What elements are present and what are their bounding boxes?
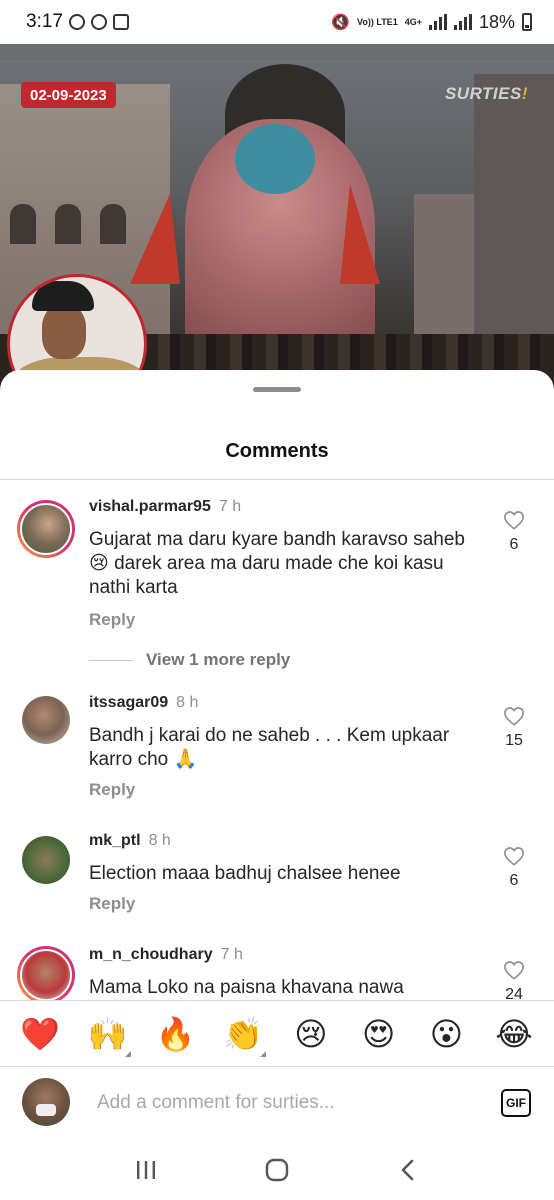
comment-input[interactable] xyxy=(97,1089,477,1117)
like-count: 24 xyxy=(505,986,523,1000)
network-type: 4G+ xyxy=(404,16,422,27)
comment-username[interactable]: mk_ptl 8 h xyxy=(89,832,171,850)
comment-text: Election maaa badhuj chalsee henee xyxy=(89,863,401,884)
brand-logo: SURTIES! xyxy=(445,84,528,104)
sheet-title: Comments xyxy=(225,440,329,462)
thread-line xyxy=(89,659,133,661)
status-time: 3:17 xyxy=(26,11,63,32)
status-left: 3:17 xyxy=(26,11,129,33)
like-button[interactable]: 6 xyxy=(500,510,528,554)
view-more-label[interactable]: View 1 more reply xyxy=(146,650,290,670)
avatar[interactable] xyxy=(22,696,70,744)
signal-icon xyxy=(428,14,447,30)
home-icon[interactable] xyxy=(257,1150,297,1190)
heart-icon xyxy=(504,707,524,726)
comment-item: m_n_choudhary 7 h Mama Loko na paisna kha… xyxy=(0,946,554,1000)
flag-right xyxy=(340,184,380,284)
drag-handle[interactable] xyxy=(253,387,301,392)
gallery-icon xyxy=(112,14,129,30)
username-text[interactable]: m_n_choudhary xyxy=(89,946,213,963)
emoji-heart-eyes[interactable]: 😍 xyxy=(354,1015,404,1053)
like-button[interactable]: 15 xyxy=(500,706,528,750)
reply-button[interactable]: Reply xyxy=(89,894,135,914)
comment-time: 8 h xyxy=(148,832,171,849)
username-text[interactable]: vishal.parmar95 xyxy=(89,498,211,515)
heart-icon xyxy=(504,511,524,530)
comment-item: mk_ptl 8 h Election maaa badhuj chalsee h… xyxy=(0,832,554,922)
post-image[interactable]: 02-09-2023 SURTIES! xyxy=(0,44,554,404)
emoji-crying[interactable]: 😢 xyxy=(286,1015,336,1053)
like-count: 15 xyxy=(505,732,523,749)
mute-icon: 🔇 xyxy=(331,14,351,31)
emoji-clap[interactable]: 👏 xyxy=(218,1015,268,1057)
recent-apps-icon[interactable] xyxy=(126,1150,166,1190)
navigation-bar xyxy=(0,1140,554,1200)
avatar[interactable] xyxy=(22,836,70,884)
avatar[interactable] xyxy=(17,946,75,1000)
building-right-2 xyxy=(414,194,474,344)
my-avatar xyxy=(22,1078,70,1126)
comment-text: Gujarat ma daru kyare bandh karavso sahe… xyxy=(89,529,465,598)
emoji-laughing[interactable]: 😂 xyxy=(489,1015,539,1053)
comment-item: vishal.parmar95 7 h Gujarat ma daru kyare… xyxy=(0,498,554,670)
battery-icon xyxy=(522,13,532,31)
brand-logo-mark: ! xyxy=(521,84,528,103)
status-right: 🔇 Vo)) LTE1 4G+ 18% xyxy=(331,12,532,33)
reply-button[interactable]: Reply xyxy=(89,780,135,800)
comment-text: Bandh j karai do ne saheb . . . Kem upka… xyxy=(89,725,450,770)
avatar[interactable] xyxy=(17,500,75,558)
volte-indicator: Vo)) LTE1 xyxy=(357,16,398,27)
gif-button[interactable]: GIF xyxy=(501,1089,531,1117)
emoji-fire[interactable]: 🔥 xyxy=(150,1015,200,1053)
like-count: 6 xyxy=(509,536,519,553)
comment-time: 7 h xyxy=(218,498,242,515)
comment-text: Mama Loko na paisna khavana nawa xyxy=(89,977,404,998)
emoji-surprised[interactable]: 😮 xyxy=(421,1015,471,1053)
username-text[interactable]: itssagar09 xyxy=(89,694,168,711)
username-text[interactable]: mk_ptl xyxy=(89,832,141,849)
comment-list[interactable]: vishal.parmar95 7 h Gujarat ma daru kyare… xyxy=(0,480,554,1000)
like-button[interactable]: 6 xyxy=(500,846,528,890)
heart-icon xyxy=(504,961,524,980)
comment-time: 8 h xyxy=(176,694,199,711)
flag-left xyxy=(130,194,180,284)
brand-logo-text: SURTIES xyxy=(444,84,522,103)
comment-time: 7 h xyxy=(220,946,243,963)
date-badge: 02-09-2023 xyxy=(21,82,116,108)
heart-icon xyxy=(504,847,524,866)
comment-composer: GIF xyxy=(0,1066,554,1140)
comment-username[interactable]: itssagar09 8 h xyxy=(89,694,198,712)
whatsapp-icon xyxy=(68,14,85,30)
idol-head xyxy=(235,124,315,194)
building-right xyxy=(474,74,554,344)
b-app-icon xyxy=(90,14,107,30)
reply-button[interactable]: Reply xyxy=(89,610,135,630)
comment-username[interactable]: vishal.parmar95 7 h xyxy=(89,498,241,516)
emoji-raised-hands[interactable]: 🙌 xyxy=(83,1015,133,1057)
emoji-heart[interactable]: ❤️ xyxy=(15,1015,65,1053)
back-icon[interactable] xyxy=(388,1150,428,1190)
post-header-strip xyxy=(0,44,554,60)
like-count: 6 xyxy=(509,872,519,889)
status-bar: 3:17 🔇 Vo)) LTE1 4G+ 18% xyxy=(0,0,554,44)
comment-username[interactable]: m_n_choudhary 7 h xyxy=(89,946,243,964)
view-more-replies[interactable]: View 1 more reply xyxy=(89,650,290,670)
comment-item: itssagar09 8 h Bandh j karai do ne saheb … xyxy=(0,694,554,804)
battery-percent: 18% xyxy=(478,11,515,32)
signal-icon-2 xyxy=(453,14,472,30)
like-button[interactable]: 24 xyxy=(500,960,528,1000)
emoji-reaction-bar: ❤️ 🙌 🔥 👏 😢 😍 😮 😂 xyxy=(0,1000,554,1066)
comments-sheet: Comments vishal.parmar95 7 h Gujarat ma d… xyxy=(0,370,554,1200)
